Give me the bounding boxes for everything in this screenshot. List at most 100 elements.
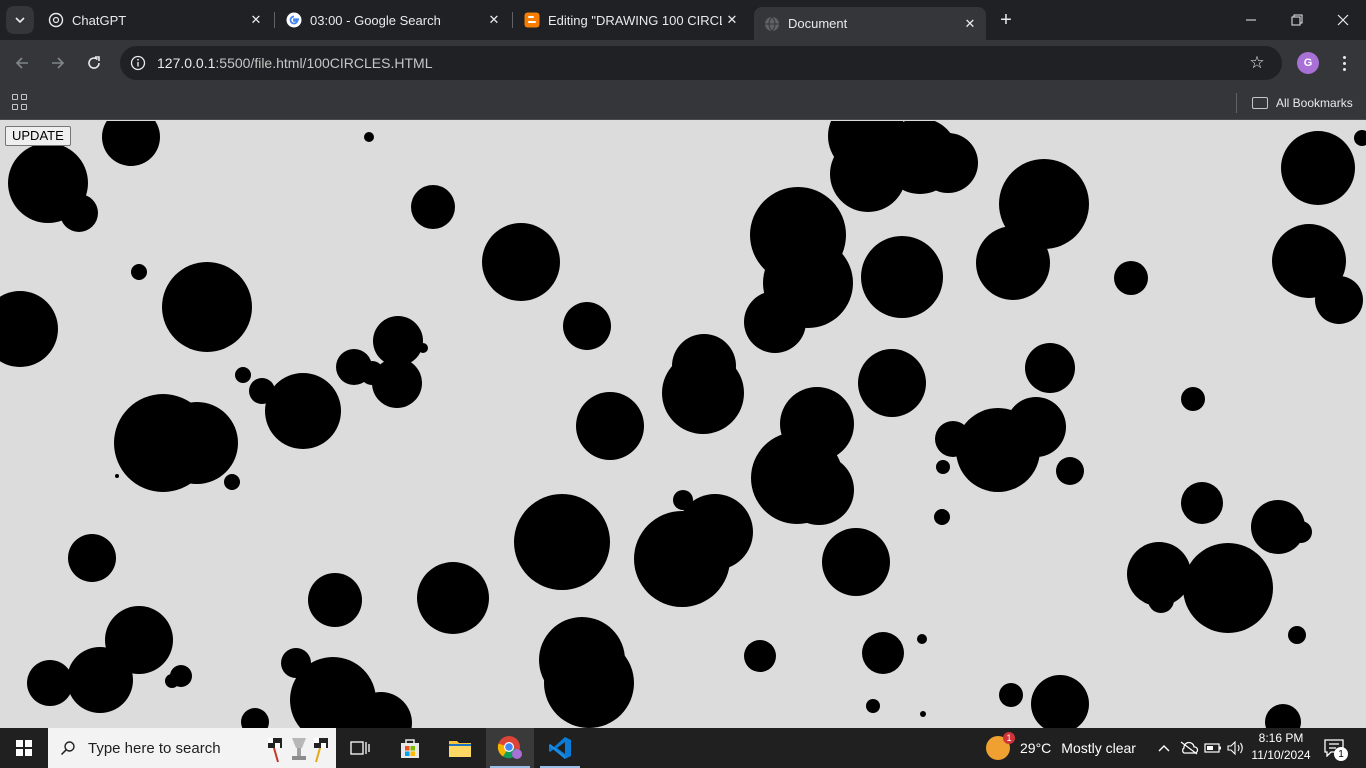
- tab-document[interactable]: Document ✕: [754, 7, 986, 40]
- url-text[interactable]: 127.0.0.1:5500/file.html/100CIRCLES.HTML: [157, 55, 432, 71]
- circle: [1290, 521, 1312, 543]
- browser-menu-button[interactable]: [1334, 50, 1354, 76]
- profile-initial: G: [1303, 57, 1313, 69]
- circle: [866, 699, 880, 713]
- circle: [418, 343, 428, 353]
- circle: [862, 632, 904, 674]
- back-button[interactable]: [8, 49, 36, 77]
- circle: [60, 194, 98, 232]
- circle: [235, 367, 251, 383]
- vscode-taskbar-button[interactable]: [536, 728, 584, 768]
- start-button[interactable]: [0, 728, 48, 768]
- volume-button[interactable]: [1226, 728, 1246, 768]
- onedrive-button[interactable]: [1178, 728, 1200, 768]
- circle: [830, 136, 906, 212]
- circle: [576, 392, 644, 460]
- tab-title: Document: [788, 16, 848, 31]
- taskbar-search-box[interactable]: Type here to search: [48, 728, 336, 768]
- weather-sun-icon: 1: [986, 732, 1015, 760]
- circle: [744, 291, 806, 353]
- circle: [918, 133, 978, 193]
- circle: [1354, 130, 1366, 146]
- windows-logo-icon: [16, 740, 32, 756]
- close-icon[interactable]: ✕: [722, 10, 742, 30]
- minimize-icon: [1246, 19, 1256, 21]
- circle: [1315, 276, 1363, 324]
- task-view-button[interactable]: [336, 728, 384, 768]
- tab-divider: [512, 12, 513, 28]
- chrome-icon: [497, 736, 522, 759]
- microsoft-store-button[interactable]: [386, 728, 434, 768]
- close-window-button[interactable]: [1320, 0, 1366, 40]
- circle: [934, 509, 950, 525]
- weather-widget[interactable]: 1 29°C Mostly clear: [986, 728, 1136, 768]
- all-bookmarks-button[interactable]: All Bookmarks: [1252, 92, 1353, 114]
- circle: [634, 511, 730, 607]
- minimize-button[interactable]: [1228, 0, 1274, 40]
- circle: [1025, 343, 1075, 393]
- tab-google-search[interactable]: 03:00 - Google Search ✕: [276, 6, 510, 34]
- circle: [544, 638, 634, 728]
- tab-blogger-editor[interactable]: Editing "DRAWING 100 CIRCLES ✕: [514, 6, 748, 34]
- restore-button[interactable]: [1274, 0, 1320, 40]
- circle: [784, 455, 854, 525]
- circle: [861, 236, 943, 318]
- system-clock[interactable]: 8:16 PM 11/10/2024: [1248, 730, 1314, 766]
- weather-temperature: 29°C: [1020, 740, 1052, 756]
- circle: [265, 373, 341, 449]
- circle: [482, 223, 560, 301]
- weather-condition: Mostly clear: [1061, 740, 1136, 756]
- circle: [563, 302, 611, 350]
- battery-button[interactable]: [1202, 728, 1224, 768]
- menu-dot: [1342, 61, 1346, 65]
- cloud-off-icon: [1180, 741, 1199, 755]
- search-placeholder: Type here to search: [88, 739, 221, 757]
- close-icon[interactable]: ✕: [484, 10, 504, 30]
- circle: [417, 562, 489, 634]
- update-button[interactable]: UPDATE: [5, 126, 71, 146]
- circle: [514, 494, 610, 590]
- circle: [162, 262, 252, 352]
- reload-button[interactable]: [80, 49, 108, 77]
- profile-avatar[interactable]: G: [1297, 52, 1319, 74]
- close-icon[interactable]: ✕: [960, 14, 980, 34]
- bookmarks-divider: [1236, 93, 1237, 113]
- vscode-icon: [549, 737, 571, 759]
- arrow-left-icon: [15, 57, 28, 69]
- address-bar[interactable]: 127.0.0.1:5500/file.html/100CIRCLES.HTML…: [120, 46, 1282, 80]
- circle: [0, 291, 58, 367]
- menu-dot: [1342, 55, 1346, 59]
- circle: [1056, 457, 1084, 485]
- battery-icon: [1204, 743, 1221, 753]
- tab-divider: [274, 12, 275, 28]
- circle: [1181, 482, 1223, 524]
- notification-center-button[interactable]: 1: [1322, 736, 1348, 761]
- tab-title: ChatGPT: [72, 12, 127, 28]
- forward-button[interactable]: [44, 49, 72, 77]
- site-info-icon[interactable]: [128, 53, 148, 73]
- circle: [165, 674, 179, 688]
- circle: [224, 474, 240, 490]
- bookmark-star-icon[interactable]: ☆: [1246, 52, 1268, 74]
- chatgpt-icon: [48, 12, 64, 28]
- circle: [411, 185, 455, 229]
- circle: [1031, 675, 1089, 728]
- all-bookmarks-label: All Bookmarks: [1276, 96, 1353, 110]
- chrome-taskbar-button[interactable]: [486, 728, 534, 768]
- tab-chatgpt[interactable]: ChatGPT ✕: [38, 6, 272, 34]
- show-hidden-icons-button[interactable]: [1154, 728, 1174, 768]
- close-icon[interactable]: ✕: [246, 10, 266, 30]
- new-tab-button[interactable]: +: [994, 8, 1018, 32]
- tab-strip: ChatGPT ✕ 03:00 - Google Search ✕ Editin…: [0, 0, 1366, 40]
- chevron-up-icon: [1158, 745, 1170, 752]
- browser-toolbar: 127.0.0.1:5500/file.html/100CIRCLES.HTML…: [0, 40, 1366, 86]
- apps-grid-icon[interactable]: [10, 92, 30, 112]
- tab-search-button[interactable]: [6, 6, 34, 34]
- restore-icon: [1291, 14, 1303, 26]
- clock-time: 8:16 PM: [1258, 731, 1304, 745]
- page-canvas: UPDATE: [0, 121, 1366, 728]
- circle: [131, 264, 147, 280]
- circle: [976, 226, 1050, 300]
- task-view-icon: [350, 741, 370, 755]
- file-explorer-button[interactable]: [436, 728, 484, 768]
